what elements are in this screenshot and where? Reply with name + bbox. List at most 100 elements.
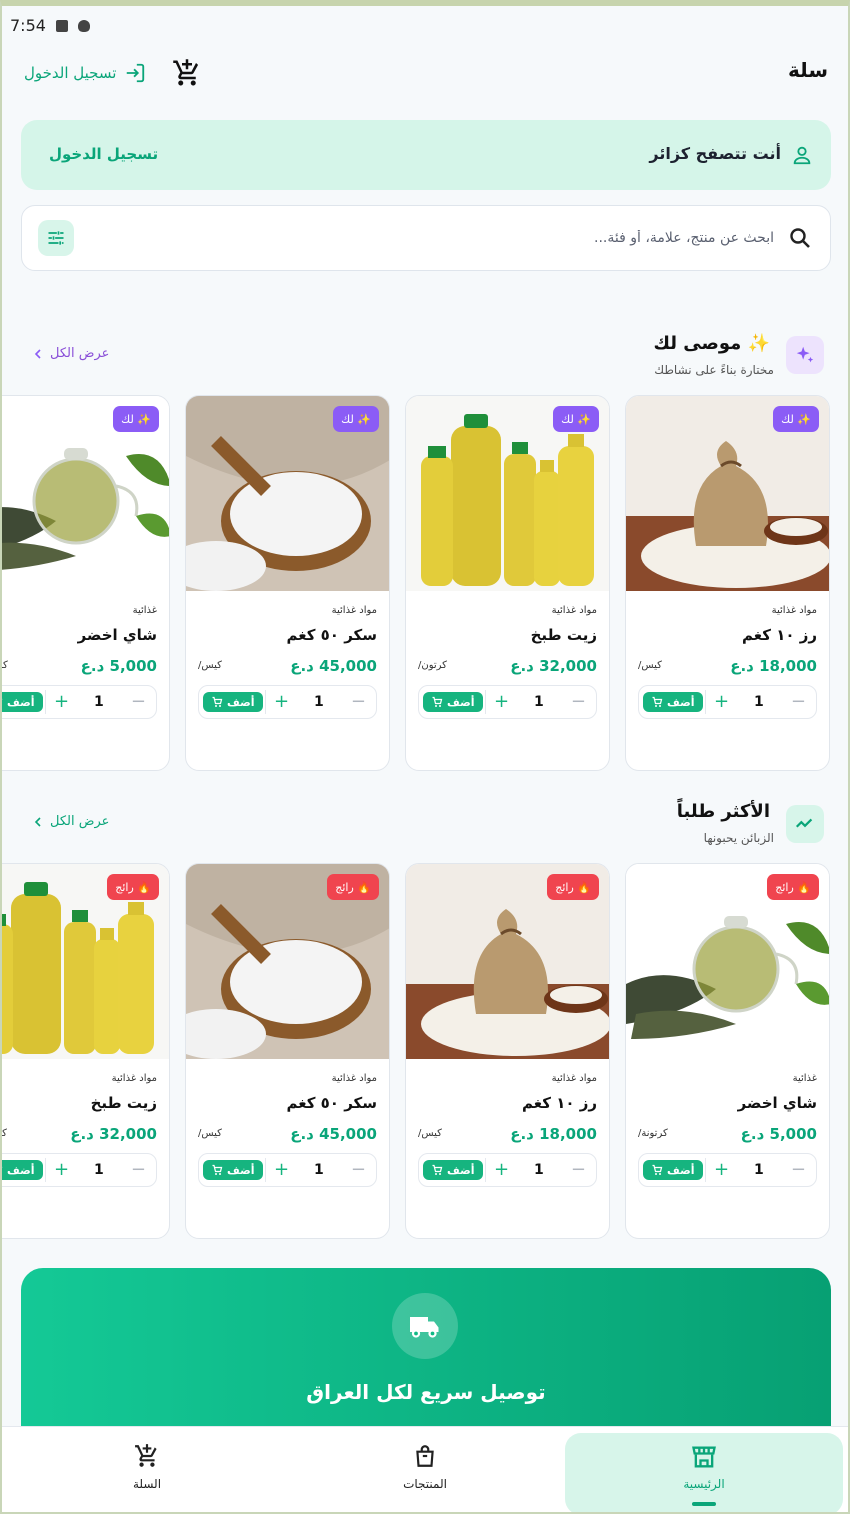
- product-card[interactable]: 🔥 رائج غذائية شاي اخضر 5,000 د.ع /كرتونة…: [625, 863, 830, 1239]
- decrement-button[interactable]: −: [131, 692, 146, 712]
- product-badge: 🔥 رائج: [327, 874, 379, 900]
- product-price: 18,000 د.ع: [730, 657, 817, 675]
- header-login-label: تسجيل الدخول: [24, 64, 117, 82]
- nav-item-products[interactable]: المنتجات: [285, 1427, 565, 1512]
- quantity-stepper: أضف + 1 −: [198, 685, 377, 719]
- header-login-link[interactable]: تسجيل الدخول: [24, 62, 146, 84]
- chevron-left-icon: [34, 816, 41, 827]
- nav-item-cart[interactable]: السلة: [7, 1427, 287, 1512]
- popular-header: الأكثر طلباً الزبائن يحبونها عرض الكل: [2, 801, 848, 861]
- guest-login-button[interactable]: تسجيل الدخول: [49, 145, 158, 163]
- decrement-button[interactable]: −: [791, 1160, 806, 1180]
- nav-label-cart: السلة: [132, 1477, 162, 1491]
- search-input[interactable]: [214, 224, 774, 252]
- product-price: 32,000 د.ع: [70, 1125, 157, 1143]
- quantity-value: 1: [534, 694, 544, 710]
- product-price: 45,000 د.ع: [290, 1125, 377, 1143]
- product-unit: /كرتون: [418, 660, 447, 671]
- product-category: مواد غذائية: [771, 605, 817, 616]
- search-bar: [21, 205, 831, 271]
- product-card[interactable]: 🔥 رائج مواد غذائية سكر ٥٠ كغم 45,000 د.ع…: [185, 863, 390, 1239]
- status-time: 7:54: [10, 16, 46, 35]
- product-badge: ✨ لك: [113, 406, 159, 432]
- product-category: مواد غذائية: [551, 605, 597, 616]
- product-badge: ✨ لك: [553, 406, 599, 432]
- increment-button[interactable]: +: [54, 1160, 69, 1180]
- bag-icon: [416, 1445, 434, 1467]
- product-badge: 🔥 رائج: [767, 874, 819, 900]
- quantity-value: 1: [314, 1162, 324, 1178]
- product-card[interactable]: 🔥 رائج مواد غذائية رز ١٠ كغم 18,000 د.ع …: [405, 863, 610, 1239]
- product-card[interactable]: ✨ لك مواد غذائية رز ١٠ كغم 18,000 د.ع /ك…: [625, 395, 830, 771]
- quantity-stepper: أضف + 1 −: [418, 1153, 597, 1187]
- product-category: غذائية: [132, 605, 157, 616]
- quantity-stepper: أضف + 1 −: [2, 685, 157, 719]
- add-to-cart-button[interactable]: أضف: [643, 1160, 703, 1180]
- increment-button[interactable]: +: [274, 1160, 289, 1180]
- cart-button[interactable]: [172, 58, 202, 88]
- shield-icon: [77, 19, 90, 32]
- filter-button[interactable]: [38, 220, 74, 256]
- add-to-cart-button[interactable]: أضف: [423, 692, 483, 712]
- add-label: أضف: [667, 1163, 695, 1177]
- guest-message: أنت تتصفح كزائر: [649, 144, 781, 163]
- divider: [485, 1158, 486, 1182]
- product-card[interactable]: ✨ لك مواد غذائية زيت طبخ 32,000 د.ع /كرت…: [405, 395, 610, 771]
- decrement-button[interactable]: −: [571, 1160, 586, 1180]
- add-to-cart-button[interactable]: أضف: [2, 692, 43, 712]
- divider: [45, 690, 46, 714]
- decrement-button[interactable]: −: [131, 1160, 146, 1180]
- add-to-cart-button[interactable]: أضف: [423, 1160, 483, 1180]
- nav-label-products: المنتجات: [403, 1477, 447, 1491]
- product-unit: /كيس: [198, 660, 222, 671]
- add-cart-icon: [2, 698, 3, 701]
- add-label: أضف: [7, 695, 35, 709]
- user-icon: [793, 146, 811, 165]
- product-category: مواد غذائية: [551, 1073, 597, 1084]
- product-unit: /كرتونة: [638, 1128, 668, 1139]
- add-to-cart-button[interactable]: أضف: [2, 1160, 43, 1180]
- add-label: أضف: [7, 1163, 35, 1177]
- decrement-button[interactable]: −: [351, 692, 366, 712]
- search-icon[interactable]: [788, 226, 812, 250]
- truck-icon: [392, 1293, 458, 1359]
- product-badge: 🔥 رائج: [547, 874, 599, 900]
- add-to-cart-button[interactable]: أضف: [203, 1160, 263, 1180]
- product-name: شاي اخضر: [77, 626, 157, 644]
- product-price: 5,000 د.ع: [80, 657, 157, 675]
- nav-active-indicator: [692, 1502, 716, 1506]
- product-unit: /كرتون: [2, 1128, 7, 1139]
- popular-view-all[interactable]: عرض الكل: [32, 814, 109, 829]
- delivery-title: توصيل سريع لكل العراق: [306, 1380, 546, 1404]
- add-cart-icon: [432, 1164, 443, 1175]
- increment-button[interactable]: +: [494, 1160, 509, 1180]
- quantity-stepper: أضف + 1 −: [198, 1153, 377, 1187]
- quantity-stepper: أضف + 1 −: [2, 1153, 157, 1187]
- product-price: 18,000 د.ع: [510, 1125, 597, 1143]
- increment-button[interactable]: +: [274, 692, 289, 712]
- add-cart-icon: [2, 1166, 3, 1169]
- product-card[interactable]: ✨ لك غذائية شاي اخضر 5,000 د.ع /كرتونة أ…: [2, 395, 170, 771]
- product-unit: /كرتونة: [2, 660, 8, 671]
- recommended-title: ✨ موصى لك: [653, 333, 771, 354]
- increment-button[interactable]: +: [494, 692, 509, 712]
- bottom-navigation: الرئيسية المنتجات السلة: [2, 1426, 848, 1512]
- recommended-subtitle: مختارة بناءً على نشاطك: [654, 363, 774, 377]
- increment-button[interactable]: +: [714, 692, 729, 712]
- add-to-cart-button[interactable]: أضف: [203, 692, 263, 712]
- notification-icon: [55, 19, 68, 32]
- increment-button[interactable]: +: [54, 692, 69, 712]
- decrement-button[interactable]: −: [351, 1160, 366, 1180]
- product-name: رز ١٠ كغم: [742, 626, 817, 644]
- product-card[interactable]: 🔥 رائج مواد غذائية زيت طبخ 32,000 د.ع /ك…: [2, 863, 170, 1239]
- product-category: مواد غذائية: [331, 1073, 377, 1084]
- increment-button[interactable]: +: [714, 1160, 729, 1180]
- add-to-cart-button[interactable]: أضف: [643, 692, 703, 712]
- nav-item-home[interactable]: الرئيسية: [564, 1427, 844, 1512]
- decrement-button[interactable]: −: [571, 692, 586, 712]
- trending-icon: [786, 805, 824, 843]
- product-card[interactable]: ✨ لك مواد غذائية سكر ٥٠ كغم 45,000 د.ع /…: [185, 395, 390, 771]
- add-cart-icon: [652, 696, 663, 707]
- decrement-button[interactable]: −: [791, 692, 806, 712]
- recommended-view-all[interactable]: عرض الكل: [32, 346, 109, 361]
